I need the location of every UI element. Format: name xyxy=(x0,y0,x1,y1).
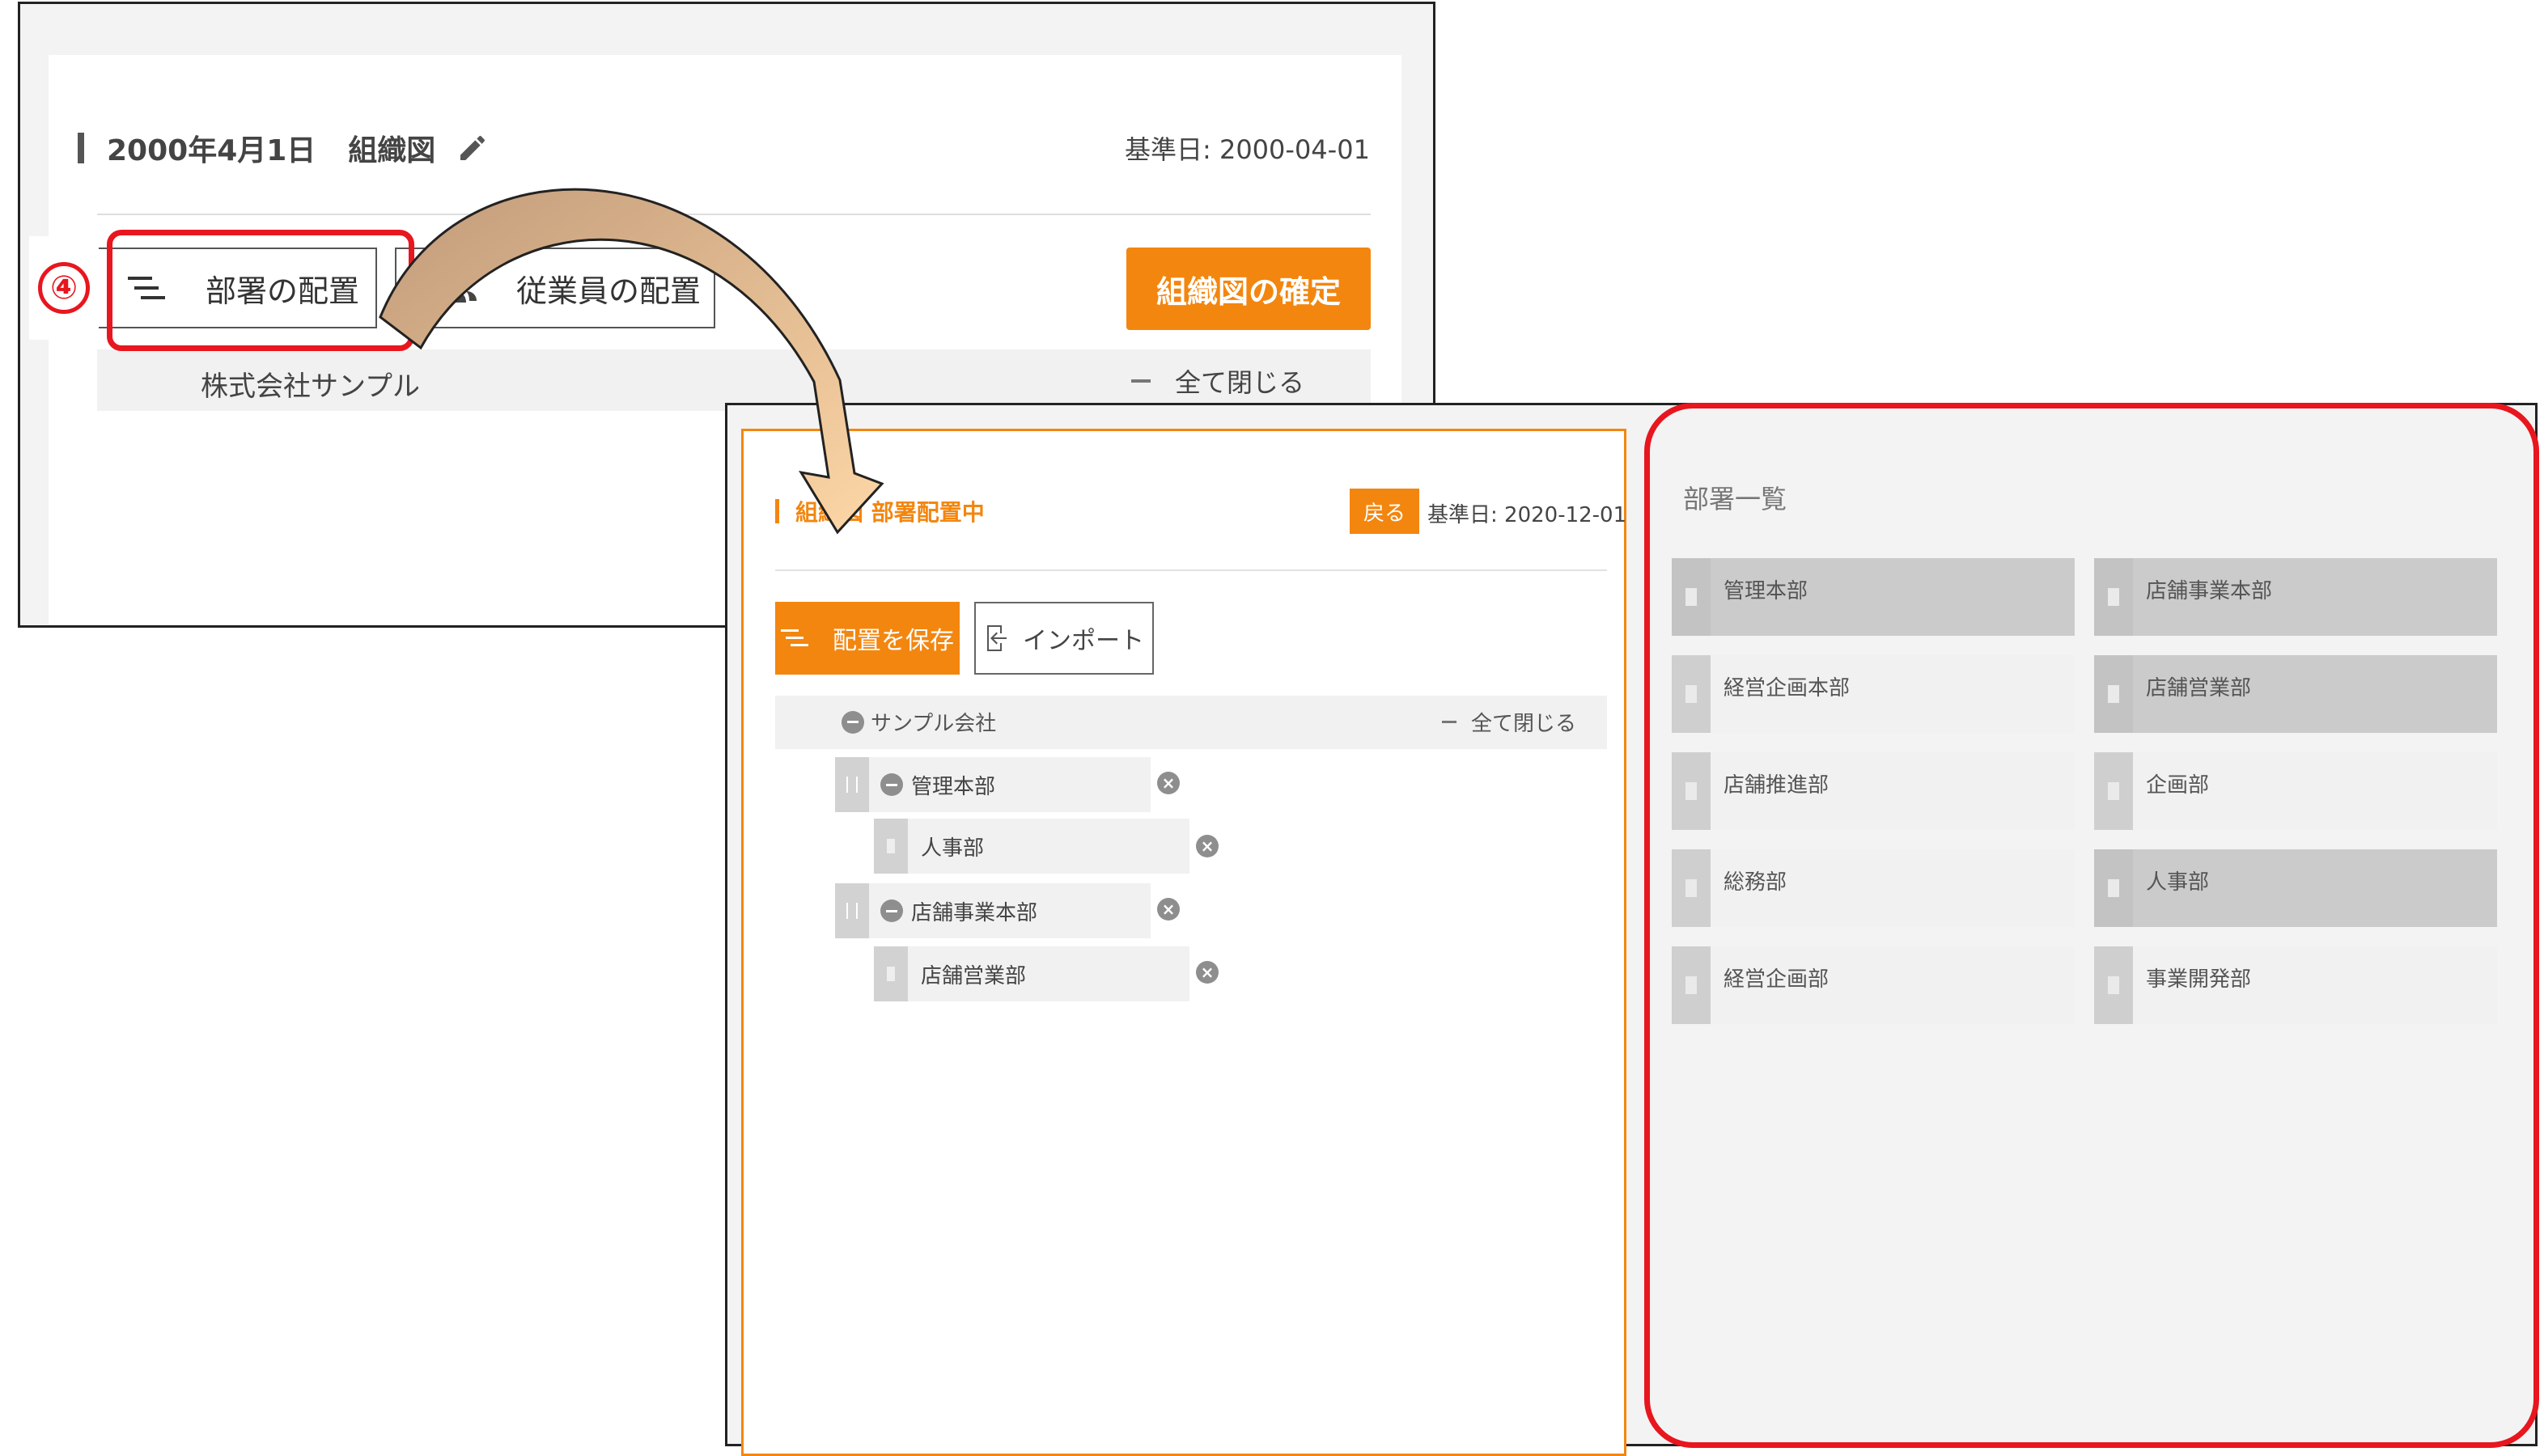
flow-arrow xyxy=(379,188,884,535)
flow-arrow-shape xyxy=(379,188,884,535)
